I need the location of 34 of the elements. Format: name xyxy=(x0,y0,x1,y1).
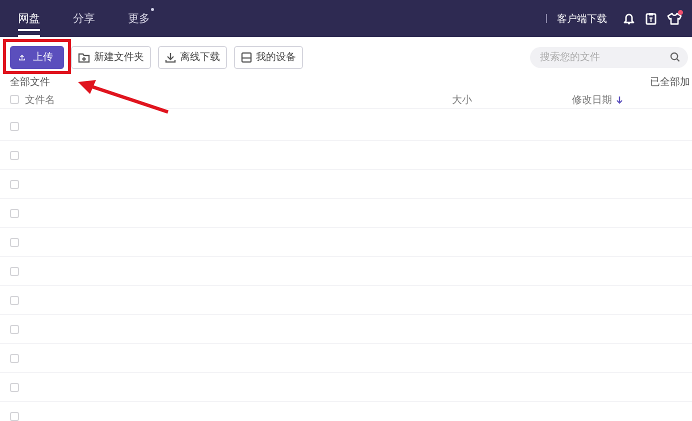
column-header[interactable]: 文件名 xyxy=(25,92,55,106)
bell-icon[interactable] xyxy=(623,12,635,25)
row-checkbox[interactable] xyxy=(10,238,19,246)
select-all-checkbox[interactable] xyxy=(10,95,19,104)
folder-plus-icon xyxy=(78,52,90,62)
toolbar-button[interactable]: 上传 xyxy=(10,46,64,68)
row-checkbox[interactable] xyxy=(10,180,19,188)
toolbar-button[interactable]: 新建文件夹 xyxy=(71,46,151,68)
search-field[interactable]: 搜索您的文件 xyxy=(530,46,688,68)
row-checkbox[interactable] xyxy=(10,266,19,276)
row-checkbox[interactable] xyxy=(10,412,19,420)
toolbar-button[interactable]: 离线下载 xyxy=(158,46,227,68)
row-checkbox[interactable] xyxy=(10,382,19,392)
download-icon xyxy=(165,52,176,62)
nav-tab[interactable]: 更多 xyxy=(128,0,150,37)
row-checkbox[interactable] xyxy=(10,208,19,218)
client-download-link[interactable]: 客户端下载 xyxy=(557,12,607,26)
sort-down-icon[interactable] xyxy=(616,96,623,104)
clipboard-icon[interactable] xyxy=(645,12,657,25)
row-checkbox[interactable] xyxy=(10,354,19,362)
nav-tab[interactable]: 分享 xyxy=(73,0,95,37)
row-checkbox[interactable] xyxy=(10,324,19,334)
toolbar-button[interactable]: 我的设备 xyxy=(234,46,303,68)
search-icon[interactable] xyxy=(670,52,680,62)
device-icon xyxy=(241,52,252,62)
column-header[interactable]: 大小 xyxy=(452,92,472,106)
row-checkbox[interactable] xyxy=(10,296,19,304)
shirt-icon[interactable] xyxy=(667,12,682,25)
row-checkbox[interactable] xyxy=(10,150,19,160)
breadcrumb-text[interactable]: 全部文件 xyxy=(10,75,50,89)
highlight-frame xyxy=(3,39,71,74)
load-status-text: 已全部加 xyxy=(650,76,690,89)
row-checkbox[interactable] xyxy=(10,122,19,130)
column-header[interactable]: 修改日期 xyxy=(572,92,612,106)
